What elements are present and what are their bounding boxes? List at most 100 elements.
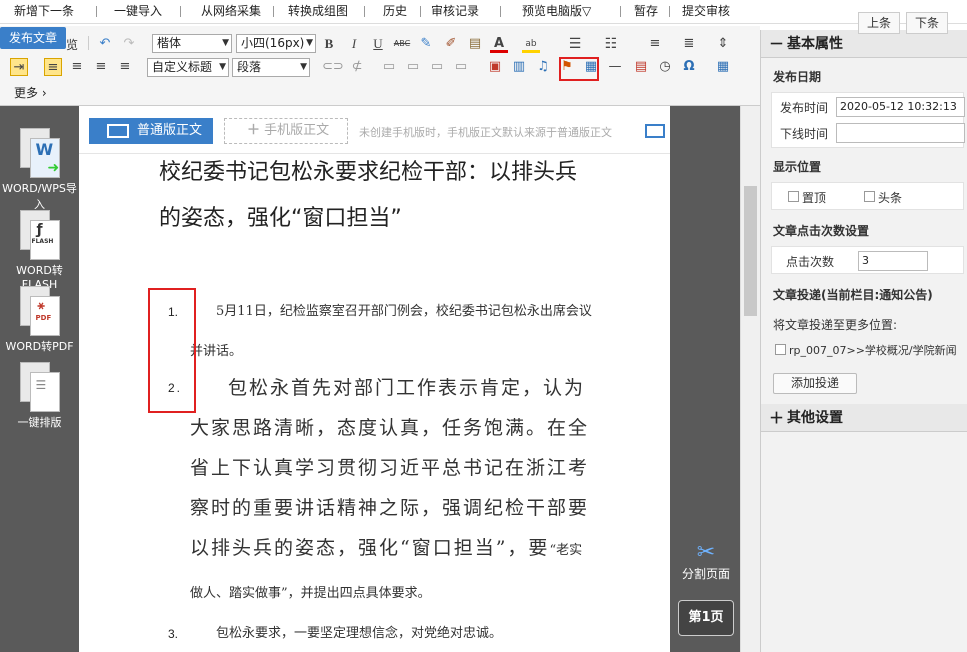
- paragraph-style-select[interactable]: 段落 ▼: [232, 58, 310, 77]
- delivery-more-label: 将文章投递至更多位置:: [773, 318, 898, 332]
- strikethrough-icon[interactable]: ABC: [393, 35, 411, 53]
- word-doc-icon: W ➜: [18, 128, 62, 180]
- list-item[interactable]: 2. 包松永首先对部门工作表示肯定，认为大家思路清晰，态度认真，任务饱满。在全省…: [168, 368, 594, 614]
- map-icon[interactable]: ⚑: [558, 58, 576, 76]
- click-count-box: 点击次数 3: [771, 246, 964, 274]
- image-float-right-icon[interactable]: ▭: [404, 58, 422, 76]
- format-painter-icon[interactable]: ✐: [442, 35, 460, 53]
- time-icon[interactable]: ◷: [656, 58, 674, 76]
- video-icon[interactable]: ▥: [510, 58, 528, 76]
- image-none-icon[interactable]: ▭: [452, 58, 470, 76]
- expand-icon: ＋: [769, 409, 785, 427]
- special-char-icon[interactable]: Ω: [680, 58, 698, 76]
- save-draft-button[interactable]: 暂存: [628, 1, 664, 22]
- align-left-icon[interactable]: ≡: [44, 58, 62, 76]
- letter-spacing-icon[interactable]: ⇕: [714, 35, 732, 53]
- next-item-button[interactable]: 下条: [906, 12, 948, 34]
- italic-icon[interactable]: I: [345, 35, 363, 53]
- pin-label: 置顶: [802, 191, 827, 205]
- one-click-format-button[interactable]: ☰ 一键排版: [0, 362, 79, 430]
- image-icon[interactable]: ▣: [486, 58, 504, 76]
- unlink-icon[interactable]: ⊄: [348, 58, 366, 76]
- audit-log-button[interactable]: 审核记录: [425, 1, 485, 22]
- frame-icon[interactable]: ▦: [582, 58, 600, 76]
- submit-review-button[interactable]: 提交审核: [676, 1, 736, 22]
- line-height-icon[interactable]: ≡: [646, 35, 664, 53]
- split-page-label: 分割页面: [681, 567, 730, 581]
- word-to-pdf-button[interactable]: PDF ⚹ WORD转PDF: [0, 286, 79, 354]
- underline-icon[interactable]: U: [369, 35, 387, 53]
- article-title[interactable]: 校纪委书记包松永要求纪检干部：以排头兵的姿态，强化“窗口担当”: [159, 150, 589, 242]
- click-count-input[interactable]: 3: [858, 251, 928, 271]
- pin-checkbox[interactable]: [788, 191, 799, 202]
- paragraph-text: 5月11日，纪检监察室召开部门例会，校纪委书记包松永出席会议并讲话。: [190, 304, 592, 359]
- list-item[interactable]: 3. 包松永要求，一要坚定理想信念，对党绝对忠诚。: [168, 614, 594, 652]
- new-next-button[interactable]: 新增下一条: [8, 1, 80, 22]
- delivery-option-label: rp_007_07>>学校概况/学院新闻: [789, 344, 957, 357]
- offline-time-input[interactable]: [836, 123, 965, 143]
- image-float-left-icon[interactable]: ▭: [380, 58, 398, 76]
- list-item[interactable]: 1. 5月11日，纪检监察室召开部门例会，校纪委书记包松永出席会议并讲话。: [168, 292, 594, 372]
- split-page-button[interactable]: ✂ 分割页面: [678, 540, 734, 582]
- one-click-import-button[interactable]: 一键导入: [108, 1, 168, 22]
- chevron-right-icon: ›: [41, 86, 47, 100]
- add-delivery-button[interactable]: 添加投递: [773, 373, 857, 394]
- rail-item-label: WORD/WPS导入: [2, 182, 77, 211]
- undo-icon[interactable]: ↶: [96, 35, 114, 53]
- paste-icon[interactable]: ▤: [466, 35, 484, 53]
- more-tools-button[interactable]: 更多 ›: [14, 84, 47, 101]
- highlight-icon[interactable]: ab: [522, 35, 540, 53]
- heading-style-select[interactable]: 自定义标题 ▼: [147, 58, 229, 77]
- preview-monitor-icon[interactable]: [645, 124, 665, 138]
- paragraph-spacing-icon[interactable]: ≣: [680, 35, 698, 53]
- word-to-flash-button[interactable]: FLASH ƒ WORD转FLASH: [0, 210, 79, 291]
- prev-item-button[interactable]: 上条: [858, 12, 900, 34]
- web-collect-button[interactable]: 从网络采集: [195, 1, 267, 22]
- publish-time-input[interactable]: 2020-05-12 10:32:13: [836, 97, 965, 117]
- table-icon[interactable]: ▦: [714, 58, 732, 76]
- divider: [180, 6, 181, 17]
- publish-article-tab[interactable]: 发布文章: [0, 27, 66, 49]
- horizontal-rule-icon[interactable]: —: [606, 58, 624, 76]
- preview-desktop-button[interactable]: 预览电脑版▽: [516, 1, 597, 22]
- ordered-list-icon[interactable]: ☰: [566, 35, 584, 53]
- image-center-icon[interactable]: ▭: [428, 58, 446, 76]
- click-settings-label: 文章点击次数设置: [773, 224, 870, 238]
- divider: [500, 6, 501, 17]
- align-justify-icon[interactable]: ≡: [116, 58, 134, 76]
- history-button[interactable]: 历史: [377, 1, 413, 22]
- font-size-select[interactable]: 小四(16px) ▼: [236, 34, 316, 53]
- tab-mobile-content[interactable]: ＋ 手机版正文: [224, 118, 348, 144]
- font-color-icon[interactable]: A: [490, 35, 508, 53]
- convert-gallery-button[interactable]: 转换成组图: [282, 1, 354, 22]
- page-indicator[interactable]: 第1页: [678, 600, 734, 636]
- other-settings-header[interactable]: ＋ 其他设置: [761, 404, 967, 432]
- word-badge: W: [35, 140, 54, 159]
- delivery-option-checkbox[interactable]: [775, 344, 786, 355]
- chevron-down-icon: ▼: [300, 62, 307, 72]
- paragraph-text: 包松永首先对部门工作表示肯定，认为大家思路清晰，态度认真，任务饱满。在全省上下认…: [190, 377, 590, 559]
- headline-checkbox[interactable]: [864, 191, 875, 202]
- redo-icon[interactable]: ↷: [120, 35, 138, 53]
- clear-format-icon[interactable]: ✎: [417, 35, 435, 53]
- word-wps-import-button[interactable]: W ➜ WORD/WPS导入: [0, 128, 79, 212]
- basic-properties-header[interactable]: － 基本属性: [761, 30, 967, 58]
- editor-scrollbar[interactable]: [740, 106, 760, 652]
- indent-icon[interactable]: ⇥: [10, 58, 28, 76]
- scroll-thumb[interactable]: [744, 186, 757, 316]
- font-size-value: 小四(16px): [241, 36, 305, 50]
- tab-normal-label: 普通版正文: [137, 123, 203, 138]
- music-icon[interactable]: ♫: [534, 58, 552, 76]
- align-right-icon[interactable]: ≡: [92, 58, 110, 76]
- date-fields-box: 发布时间 2020-05-12 10:32:13 下线时间: [771, 92, 965, 148]
- font-family-select[interactable]: 楷体 ▼: [152, 34, 232, 53]
- date-icon[interactable]: ▤: [632, 58, 650, 76]
- preview-label[interactable]: 览: [66, 36, 78, 53]
- tab-normal-content[interactable]: 普通版正文: [89, 118, 213, 144]
- unordered-list-icon[interactable]: ☷: [602, 35, 620, 53]
- link-icon[interactable]: ⊂⊃: [322, 58, 344, 76]
- bold-icon[interactable]: B: [320, 35, 338, 53]
- divider: [273, 6, 274, 17]
- align-center-icon[interactable]: ≡: [68, 58, 86, 76]
- editor-paper[interactable]: 普通版正文 ＋ 手机版正文 未创建手机版时，手机版正文默认来源于普通版正文 校纪…: [79, 106, 670, 652]
